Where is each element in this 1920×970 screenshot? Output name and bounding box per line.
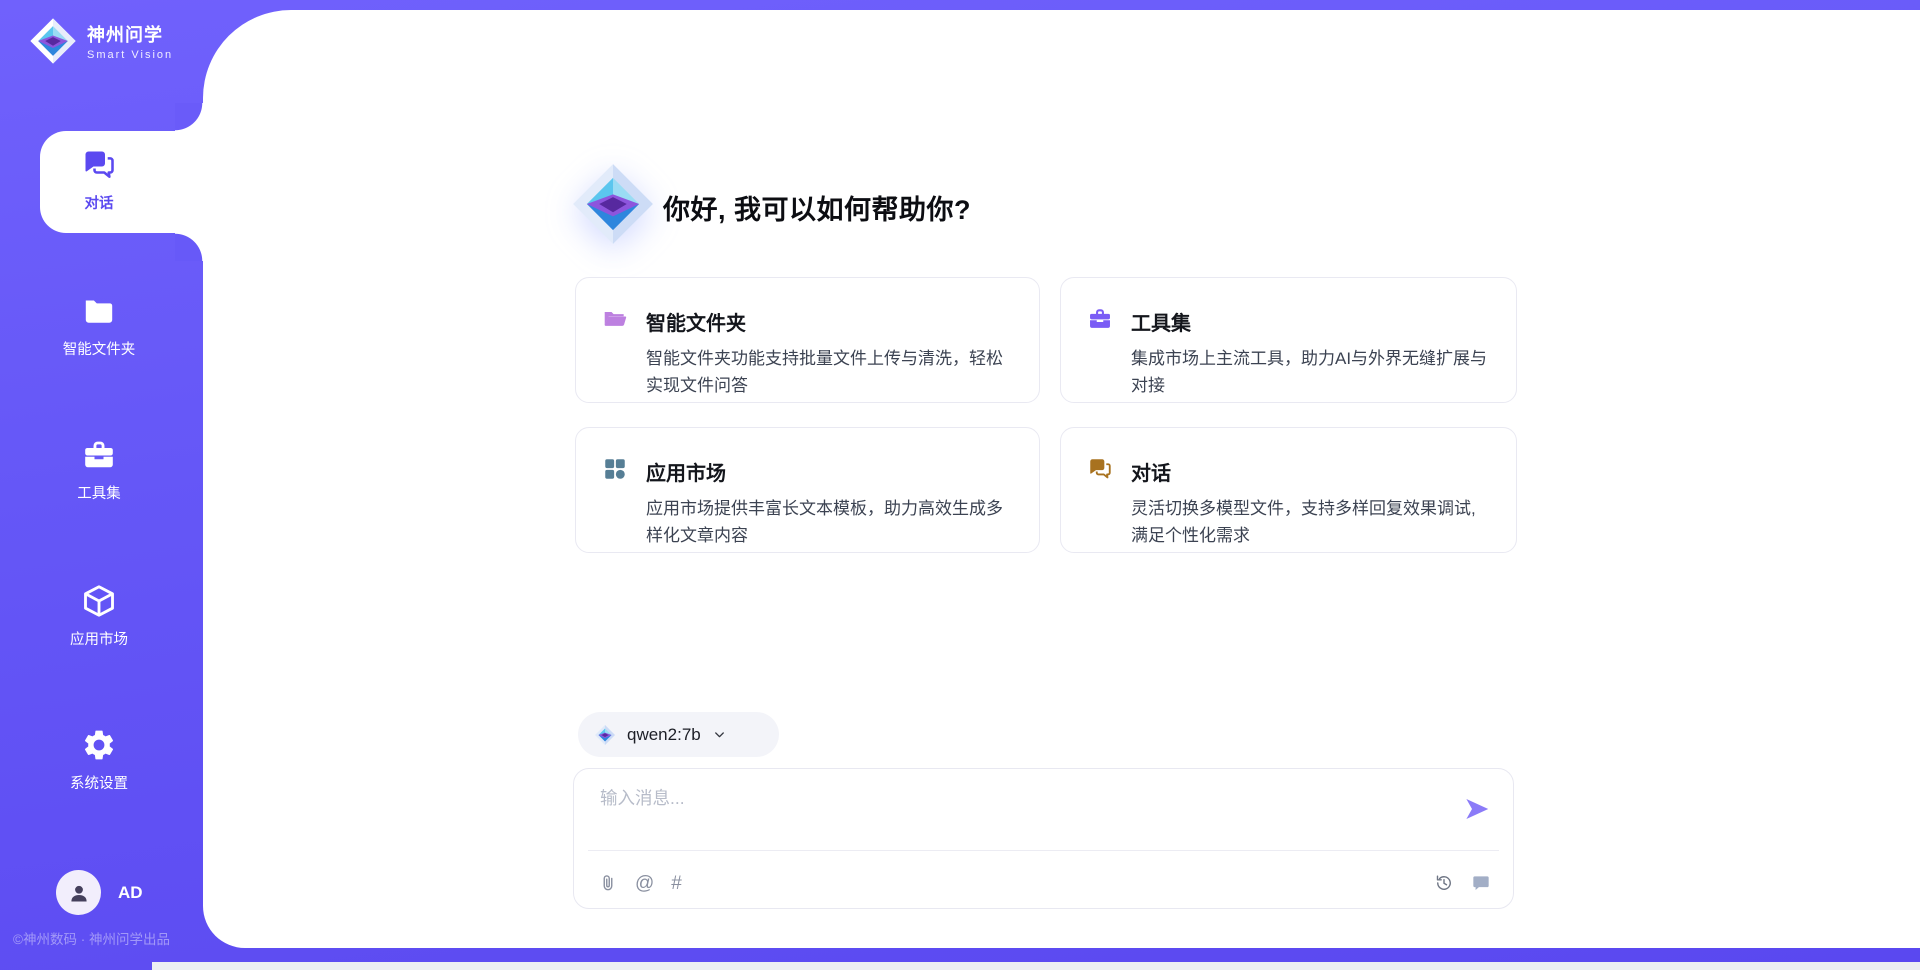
sidebar-item-label: 应用市场 bbox=[70, 628, 128, 649]
main-panel: 你好, 我可以如何帮助你? 智能文件夹 智能文件夹功能支持批量文件上传与清洗，轻… bbox=[203, 10, 1920, 948]
card-description: 智能文件夹功能支持批量文件上传与清洗，轻松实现文件问答 bbox=[646, 346, 1015, 402]
sidebar-item-label: 系统设置 bbox=[70, 772, 128, 793]
toolbox-icon bbox=[81, 437, 117, 473]
brand: 神州问学 Smart Vision bbox=[28, 16, 173, 66]
chevron-down-icon bbox=[712, 727, 727, 742]
copyright: ©神州数码 · 神州问学出品 bbox=[13, 928, 170, 948]
card-smart-folder[interactable]: 智能文件夹 智能文件夹功能支持批量文件上传与清洗，轻松实现文件问答 bbox=[575, 277, 1040, 403]
sidebar-item-label: 对话 bbox=[85, 192, 114, 213]
tab-fillet-top bbox=[175, 103, 203, 131]
sidebar-item-app-market[interactable]: 应用市场 bbox=[0, 583, 198, 649]
model-name: qwen2:7b bbox=[627, 725, 701, 745]
avatar bbox=[56, 870, 101, 915]
messages-button[interactable] bbox=[1471, 873, 1491, 893]
card-chat[interactable]: 对话 灵活切换多模型文件，支持多样回复效果调试,满足个性化需求 bbox=[1060, 427, 1517, 553]
sidebar-item-label: 智能文件夹 bbox=[63, 338, 136, 359]
tab-fillet-bottom bbox=[175, 233, 203, 261]
card-title: 工具集 bbox=[1131, 307, 1492, 336]
person-icon bbox=[66, 880, 92, 906]
composer-toolbar: @ # bbox=[598, 865, 1491, 901]
chat-icon bbox=[81, 147, 117, 183]
composer: @ # bbox=[573, 768, 1514, 909]
history-icon bbox=[1434, 873, 1454, 893]
brand-subtitle: Smart Vision bbox=[87, 49, 173, 61]
card-app-market[interactable]: 应用市场 应用市场提供丰富长文本模板，助力高效生成多样化文章内容 bbox=[575, 427, 1040, 553]
at-sign-icon: @ bbox=[635, 874, 654, 893]
brand-text: 神州问学 Smart Vision bbox=[87, 21, 173, 61]
feature-cards: 智能文件夹 智能文件夹功能支持批量文件上传与清洗，轻松实现文件问答 工具集 集成… bbox=[575, 277, 1889, 553]
greeting-logo-icon bbox=[569, 160, 657, 248]
topic-button[interactable]: # bbox=[671, 874, 682, 893]
paperclip-icon bbox=[598, 873, 618, 893]
folder-open-icon bbox=[602, 306, 628, 332]
composer-divider bbox=[588, 850, 1499, 851]
mention-button[interactable]: @ bbox=[635, 874, 654, 893]
card-title: 智能文件夹 bbox=[646, 307, 1015, 336]
sidebar-item-chat[interactable]: 对话 bbox=[0, 147, 198, 213]
history-button[interactable] bbox=[1434, 873, 1454, 893]
send-icon bbox=[1462, 794, 1492, 824]
model-logo-icon bbox=[594, 724, 616, 746]
grid-icon bbox=[602, 456, 628, 482]
composer-left-tools: @ # bbox=[598, 873, 682, 893]
app-root: { "brand": { "name": "神州问学", "subtitle":… bbox=[0, 0, 1920, 970]
send-button[interactable] bbox=[1461, 794, 1493, 826]
card-description: 灵活切换多模型文件，支持多样回复效果调试,满足个性化需求 bbox=[1131, 496, 1492, 552]
model-selector[interactable]: qwen2:7b bbox=[578, 712, 779, 757]
sidebar-item-toolset[interactable]: 工具集 bbox=[0, 437, 198, 503]
card-title: 应用市场 bbox=[646, 457, 1015, 486]
horizontal-scrollbar[interactable] bbox=[152, 962, 1920, 970]
sidebar-item-smart-folder[interactable]: 智能文件夹 bbox=[0, 293, 198, 359]
folder-icon bbox=[81, 293, 117, 329]
sidebar-item-label: 工具集 bbox=[77, 482, 121, 503]
sidebar-item-settings[interactable]: 系统设置 bbox=[0, 727, 198, 793]
gear-icon bbox=[81, 727, 117, 763]
message-square-icon bbox=[1471, 873, 1491, 893]
user-name: AD bbox=[118, 883, 143, 903]
card-description: 应用市场提供丰富长文本模板，助力高效生成多样化文章内容 bbox=[646, 496, 1015, 552]
chat-icon bbox=[1087, 456, 1113, 482]
brand-name: 神州问学 bbox=[87, 21, 173, 47]
hash-icon: # bbox=[671, 874, 682, 893]
attachment-button[interactable] bbox=[598, 873, 618, 893]
briefcase-icon bbox=[1087, 306, 1113, 332]
composer-right-tools bbox=[1434, 873, 1491, 893]
user-account[interactable]: AD bbox=[56, 870, 143, 915]
cube-icon bbox=[81, 583, 117, 619]
card-description: 集成市场上主流工具，助力AI与外界无缝扩展与对接 bbox=[1131, 346, 1492, 402]
brand-logo-icon bbox=[28, 16, 78, 66]
message-input[interactable] bbox=[600, 785, 1400, 843]
card-title: 对话 bbox=[1131, 457, 1492, 486]
card-toolset[interactable]: 工具集 集成市场上主流工具，助力AI与外界无缝扩展与对接 bbox=[1060, 277, 1517, 403]
greeting-title: 你好, 我可以如何帮助你? bbox=[663, 188, 971, 227]
